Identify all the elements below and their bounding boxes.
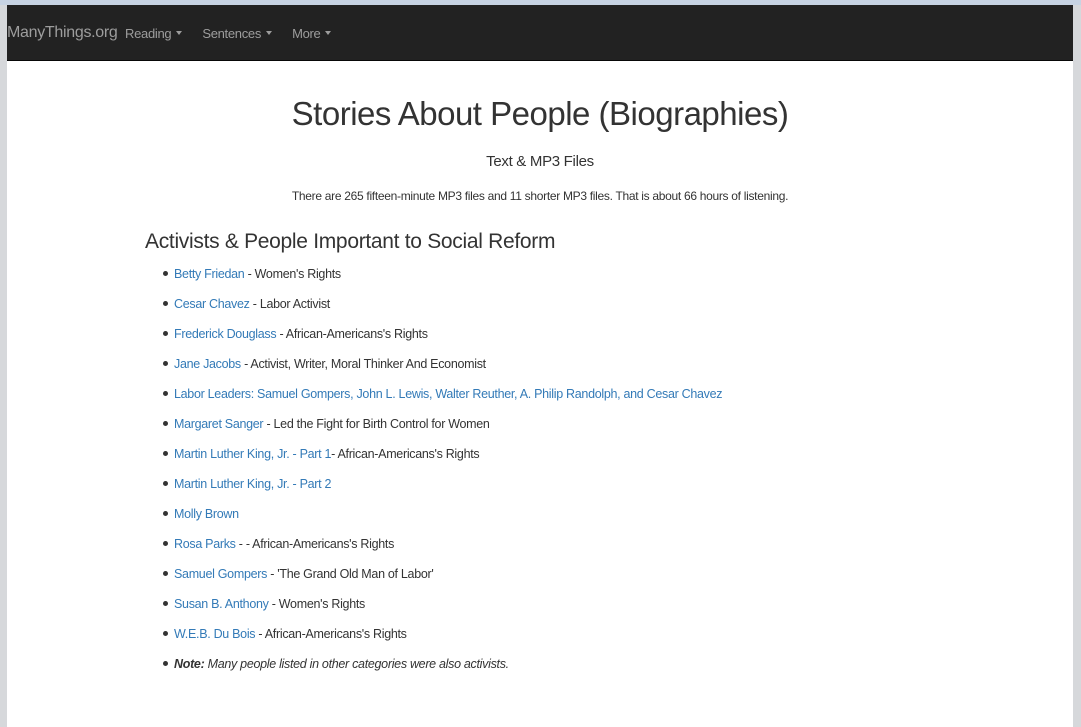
bullet-icon — [163, 331, 168, 336]
bio-description: - African-Americans's Rights — [255, 627, 407, 641]
bullet-icon — [163, 451, 168, 456]
bullet-icon — [163, 661, 168, 666]
site-brand-link[interactable]: ManyThings.org — [7, 5, 118, 61]
list-item: Margaret Sanger - Led the Fight for Birt… — [7, 414, 1073, 444]
top-navbar: ManyThings.org Reading Sentences More — [7, 5, 1073, 61]
nav-more-label: More — [292, 25, 321, 41]
list-item: Cesar Chavez - Labor Activist — [7, 294, 1073, 324]
page-subtitle: Text & MP3 Files — [486, 153, 594, 170]
bio-description: - Labor Activist — [249, 297, 330, 311]
bio-link-mlk-part-1[interactable]: Martin Luther King, Jr. - Part 1 — [174, 447, 331, 461]
bio-link-samuel-gompers[interactable]: Samuel Gompers — [174, 567, 267, 581]
page: ManyThings.org Reading Sentences More St… — [7, 5, 1073, 727]
bio-link-mlk-part-2[interactable]: Martin Luther King, Jr. - Part 2 — [174, 477, 331, 491]
bio-link-molly-brown[interactable]: Molly Brown — [174, 507, 239, 521]
caret-down-icon — [266, 31, 273, 35]
nav-reading-label: Reading — [125, 25, 172, 41]
note-item: Note: Many people listed in other catego… — [7, 654, 1073, 684]
list-item: Rosa Parks - - African-Americans's Right… — [7, 534, 1073, 564]
list-item: W.E.B. Du Bois - African-Americans's Rig… — [7, 624, 1073, 654]
bullet-icon — [163, 361, 168, 366]
bio-link-rosa-parks[interactable]: Rosa Parks — [174, 537, 236, 551]
bio-link-labor-leaders[interactable]: Labor Leaders: Samuel Gompers, John L. L… — [174, 387, 723, 401]
bullet-icon — [163, 391, 168, 396]
bullet-icon — [163, 271, 168, 276]
bio-description: - Women's Rights — [244, 267, 342, 281]
nav-reading-dropdown[interactable]: Reading — [125, 25, 183, 41]
list-item: Molly Brown — [7, 504, 1073, 534]
bullet-icon — [163, 421, 168, 426]
list-item: Samuel Gompers - 'The Grand Old Man of L… — [7, 564, 1073, 594]
bullet-icon — [163, 481, 168, 486]
section-heading: Activists & People Important to Social R… — [145, 230, 556, 253]
list-item: Martin Luther King, Jr. - Part 1- Africa… — [7, 444, 1073, 474]
bullet-icon — [163, 571, 168, 576]
nav-sentences-dropdown[interactable]: Sentences — [202, 25, 273, 41]
list-item: Jane Jacobs - Activist, Writer, Moral Th… — [7, 354, 1073, 384]
nav-more-dropdown[interactable]: More — [292, 25, 332, 41]
bio-description: - African-Americans's Rights — [276, 327, 428, 341]
bullet-icon — [163, 511, 168, 516]
bio-link-betty-friedan[interactable]: Betty Friedan — [174, 267, 245, 281]
list-item: Susan B. Anthony - Women's Rights — [7, 594, 1073, 624]
bullet-icon — [163, 631, 168, 636]
nav-sentences-label: Sentences — [202, 25, 262, 41]
biography-list: Betty Friedan - Women's Rights Cesar Cha… — [7, 264, 1073, 684]
list-item: Martin Luther King, Jr. - Part 2 — [7, 474, 1073, 504]
bio-link-cesar-chavez[interactable]: Cesar Chavez — [174, 297, 250, 311]
bio-description: - African-Americans's Rights — [331, 447, 480, 461]
listening-summary: There are 265 fifteen-minute MP3 files a… — [291, 189, 789, 203]
bio-description: - - African-Americans's Rights — [235, 537, 395, 551]
bio-description: - Led the Fight for Birth Control for Wo… — [263, 417, 490, 431]
bio-description: - 'The Grand Old Man of Labor' — [267, 567, 434, 581]
page-title: Stories About People (Biographies) — [291, 95, 789, 132]
bullet-icon — [163, 601, 168, 606]
bullet-icon — [163, 541, 168, 546]
bullet-icon — [163, 301, 168, 306]
list-item: Betty Friedan - Women's Rights — [7, 264, 1073, 294]
nav-menu: Reading Sentences More — [125, 5, 351, 61]
list-item: Frederick Douglass - African-Americans's… — [7, 324, 1073, 354]
caret-down-icon — [325, 31, 332, 35]
bio-description: - Women's Rights — [268, 597, 366, 611]
bio-link-web-du-bois[interactable]: W.E.B. Du Bois — [174, 627, 256, 641]
bio-link-susan-b-anthony[interactable]: Susan B. Anthony — [174, 597, 269, 611]
bio-link-frederick-douglass[interactable]: Frederick Douglass — [174, 327, 277, 341]
note-text: Many people listed in other categories w… — [204, 657, 510, 671]
caret-down-icon — [176, 31, 183, 35]
bio-description: - Activist, Writer, Moral Thinker And Ec… — [240, 357, 486, 371]
bio-link-margaret-sanger[interactable]: Margaret Sanger — [174, 417, 264, 431]
list-item: Labor Leaders: Samuel Gompers, John L. L… — [7, 384, 1073, 414]
bio-link-jane-jacobs[interactable]: Jane Jacobs — [174, 357, 241, 371]
note-label: Note: — [174, 657, 205, 671]
